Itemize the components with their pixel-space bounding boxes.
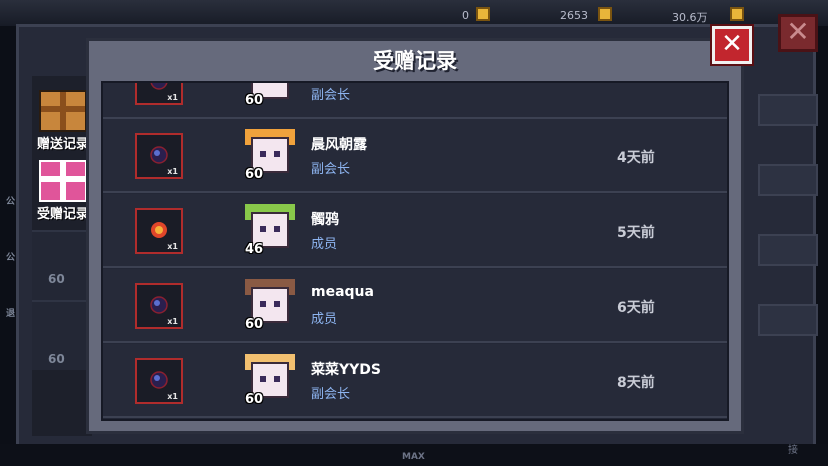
gift-record-list[interactable]: x1 60 副会长 x1 60 晨风朝露 副会长 4天前 x1 46 髑鸦 成员 5天前 x1 60 meaq… [101, 81, 729, 421]
gift-quantity: x1 [167, 317, 178, 326]
game-screen: 0 2653 30.6万 ✕ 60 60 公 公 退 MAX 接 赠送记录 受赠… [0, 0, 828, 466]
gift-item-slot[interactable]: x1 [135, 133, 183, 179]
avatar[interactable]: 60 [243, 83, 297, 111]
gift-item-slot[interactable]: x1 [135, 283, 183, 329]
received-gifts-dialog: 受赠记录 x1 60 副会长 x1 60 晨风朝露 副会长 4天前 x1 46 髑鸦 成员 5天前 x1 6… [86, 38, 744, 434]
top-hud: 0 2653 30.6万 [0, 0, 828, 26]
fire-orb-icon [151, 222, 167, 238]
player-name: meaqua [311, 284, 374, 300]
gift-quantity: x1 [167, 167, 178, 176]
close-icon: ✕ [721, 29, 743, 59]
player-role: 副会长 [311, 88, 351, 103]
hud-value-3: 30.6万 [672, 11, 708, 24]
gift-box-icon [39, 160, 87, 202]
player-level: 60 [245, 392, 264, 407]
gift-record-row: x1 46 髑鸦成员 5天前 [103, 194, 727, 268]
gift-time: 8天前 [617, 375, 655, 391]
dark-orb-icon [150, 146, 168, 164]
gift-item-slot[interactable]: x1 [135, 208, 183, 254]
gift-time: 4天前 [617, 150, 655, 166]
player-level: 60 [245, 167, 264, 182]
avatar[interactable]: 60 [243, 352, 297, 410]
player-name: 髑鸦 [311, 212, 339, 228]
background-side-char: 公 [6, 197, 16, 207]
background-bottom-char: 接 [788, 445, 798, 456]
background-level: 60 [48, 352, 65, 366]
player-role: 副会长 [311, 162, 351, 177]
background-side-char: 退 [6, 309, 16, 319]
gift-record-row: x1 60 菜菜YYDS 副会长 8天前 [103, 344, 727, 418]
background-side-char: 公 [6, 253, 16, 263]
gift-record-row: x1 60 meaqua 成员 6天前 [103, 269, 727, 343]
dark-orb-icon [150, 296, 168, 314]
gift-quantity: x1 [167, 242, 178, 251]
avatar[interactable]: 60 [243, 277, 297, 335]
player-name: 晨风朝露 [311, 137, 367, 153]
max-label: MAX [402, 452, 425, 462]
gift-quantity: x1 [167, 392, 178, 401]
dark-orb-icon [150, 83, 168, 90]
hud-value-2: 2653 [560, 9, 588, 22]
background-level: 60 [48, 272, 65, 286]
avatar[interactable]: 46 [243, 202, 297, 260]
gift-time: 5天前 [617, 225, 655, 241]
background-button [758, 94, 818, 126]
gift-record-row: x1 60 副会长 [103, 83, 727, 119]
gift-record-row: x1 60 晨风朝露副会长 4天前 [103, 119, 727, 193]
background-button [758, 304, 818, 336]
background-close-icon: ✕ [778, 14, 818, 52]
player-role: 副会长 [311, 387, 351, 402]
close-button[interactable]: ✕ [710, 24, 754, 66]
player-role: 成员 [311, 312, 338, 327]
dark-orb-icon [150, 371, 168, 389]
gift-time: 6天前 [617, 300, 655, 316]
gift-box-icon [39, 90, 87, 132]
background-button [758, 234, 818, 266]
gift-quantity: x1 [167, 93, 178, 102]
gift-item-slot[interactable]: x1 [135, 358, 183, 404]
player-level: 60 [245, 93, 264, 108]
hud-value-1: 0 [462, 9, 469, 22]
player-level: 46 [245, 242, 264, 257]
avatar[interactable]: 60 [243, 127, 297, 185]
player-name: 菜菜YYDS [311, 362, 381, 378]
player-role: 成员 [311, 237, 338, 252]
background-row [32, 230, 92, 300]
background-button [758, 164, 818, 196]
dialog-title: 受赠记录 [373, 49, 457, 73]
gem-icon [598, 7, 612, 21]
player-level: 60 [245, 317, 264, 332]
gift-item-slot[interactable]: x1 [135, 83, 183, 105]
coin-icon [476, 7, 490, 21]
gold-icon [730, 7, 744, 21]
